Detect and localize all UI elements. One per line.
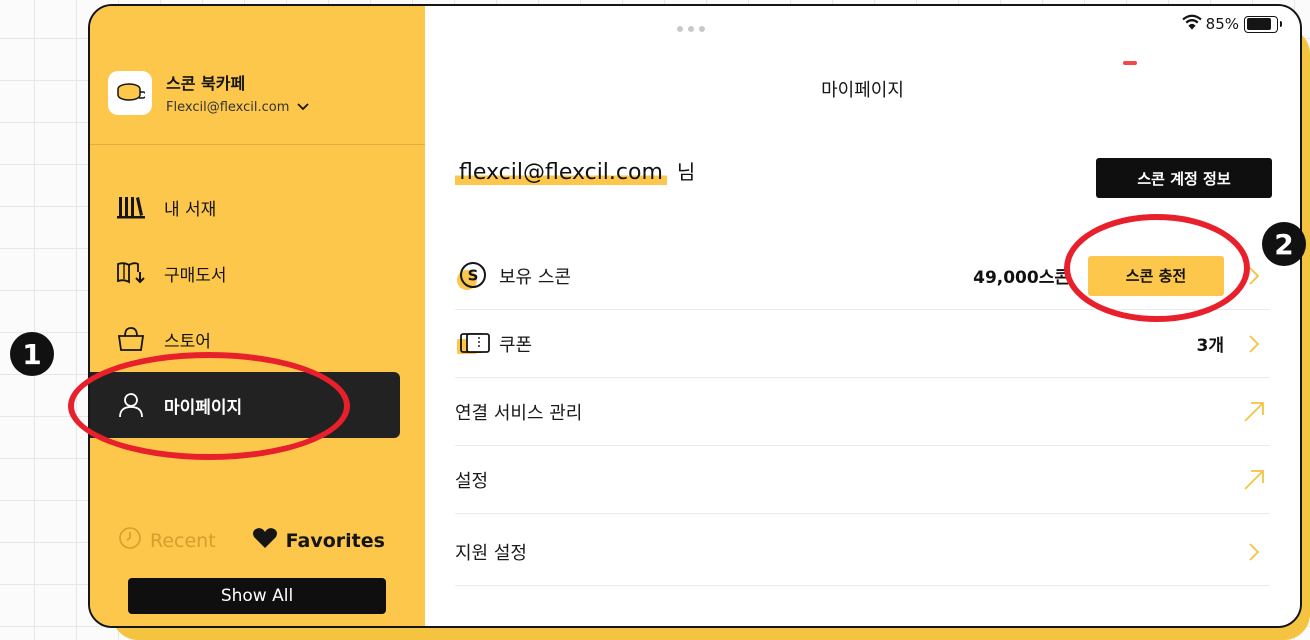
battery-icon [1244,15,1282,33]
recent-filter[interactable]: Recent [118,526,216,555]
svg-text:S: S [468,266,479,284]
scone-balance-value: 49,000스콘 [973,268,1070,288]
settings-row[interactable]: 설정 [455,446,1270,514]
scone-coin-icon: S [455,258,499,294]
row-label: 쿠폰 [499,334,533,356]
purchased-books-icon [116,258,146,288]
multitasking-dots-icon[interactable] [677,26,705,32]
wifi-icon [1181,14,1202,34]
recent-label: Recent [150,529,216,552]
highlight-ellipse-my-page [68,352,350,460]
sidebar-item-my-library[interactable]: 내 서재 [90,174,400,240]
external-arrow-icon [1238,469,1270,491]
row-label: 연결 서비스 관리 [455,402,583,424]
page-title: 마이페이지 [821,80,904,101]
linked-services-row[interactable]: 연결 서비스 관리 [455,378,1270,446]
support-settings-row[interactable]: 지원 설정 [455,518,1270,586]
row-label: 설정 [455,470,489,492]
sidebar-item-label: 내 서재 [164,199,217,220]
account-email: Flexcil@flexcil.com [166,100,290,115]
coupon-icon [455,326,499,362]
sidebar: 스콘 북카페 Flexcil@flexcil.com 내 서재 구매도서 스토어… [90,6,425,626]
external-arrow-icon [1238,401,1270,423]
coupon-count: 3개 [1196,336,1224,356]
decorative-speck [1123,61,1137,65]
chevron-down-icon[interactable] [297,100,310,115]
app-logo-icon [108,70,152,115]
battery-percent: 85% [1205,15,1239,33]
quick-filters: Recent Favorites [118,526,398,555]
show-all-button[interactable]: Show All [128,578,386,614]
sidebar-item-label: 구매도서 [164,265,227,286]
favorites-label: Favorites [285,529,385,552]
row-label: 지원 설정 [455,542,527,564]
heart-icon [252,527,278,554]
step-badge-2: 2 [1262,222,1306,266]
favorites-filter[interactable]: Favorites [252,527,385,554]
row-label: 보유 스콘 [499,266,571,288]
honorific-suffix: 님 [676,160,696,184]
account-switcher[interactable]: 스콘 북카페 Flexcil@flexcil.com [108,70,310,115]
sidebar-item-purchased-books[interactable]: 구매도서 [90,240,400,306]
highlight-ellipse-charge [1064,214,1250,322]
sidebar-divider [90,144,425,145]
chevron-right-icon [1238,334,1270,354]
user-greeting: flexcil@flexcil.com 님 [455,156,695,185]
app-name: 스콘 북카페 [166,74,246,93]
account-info-button[interactable]: 스콘 계정 정보 [1096,158,1272,198]
library-icon [116,192,146,222]
status-bar: 85% [1181,14,1282,34]
chevron-right-icon [1238,542,1270,562]
user-email: flexcil@flexcil.com [455,160,667,185]
clock-icon [118,526,142,555]
shopping-basket-icon [116,324,146,354]
step-badge-1: 1 [10,332,54,376]
sidebar-item-label: 스토어 [164,331,211,352]
